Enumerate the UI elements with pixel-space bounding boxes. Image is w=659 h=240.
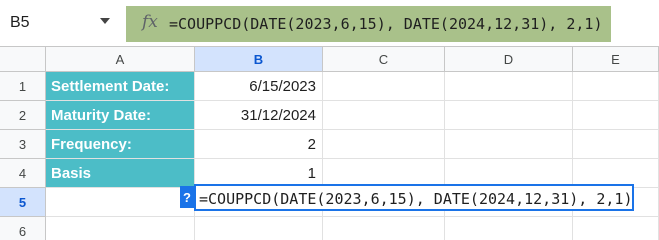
cell-b6[interactable]: [195, 217, 323, 240]
row-header-4[interactable]: 4: [0, 159, 46, 188]
cell-c2[interactable]: [323, 101, 445, 130]
cell-e3[interactable]: [573, 130, 659, 159]
column-header-c[interactable]: C: [323, 47, 445, 72]
cell-d1[interactable]: [445, 72, 573, 101]
row-header-2[interactable]: 2: [0, 101, 46, 130]
column-header-d[interactable]: D: [445, 47, 573, 72]
cell-b2[interactable]: 31/12/2024: [195, 101, 323, 130]
row-header-6[interactable]: 6: [0, 217, 46, 240]
cell-a1[interactable]: Settlement Date:: [46, 72, 195, 101]
cell-e1[interactable]: [573, 72, 659, 101]
chevron-down-icon[interactable]: [100, 18, 110, 24]
cell-a2[interactable]: Maturity Date:: [46, 101, 195, 130]
cell-b1[interactable]: 6/15/2023: [195, 72, 323, 101]
select-all-corner[interactable]: [0, 47, 46, 72]
cell-c1[interactable]: [323, 72, 445, 101]
cell-editor-input[interactable]: =COUPPCD(DATE(2023,6,15), DATE(2024,12,3…: [199, 190, 632, 208]
cell-d3[interactable]: [445, 130, 573, 159]
toolbar: B5 fx =COUPPCD(DATE(2023,6,15), DATE(202…: [0, 0, 659, 46]
cell-e2[interactable]: [573, 101, 659, 130]
cell-a3[interactable]: Frequency:: [46, 130, 195, 159]
name-box-value: B5: [10, 14, 30, 31]
cell-d2[interactable]: [445, 101, 573, 130]
cell-a6[interactable]: [46, 217, 195, 240]
row-header-1[interactable]: 1: [0, 72, 46, 101]
cell-b3[interactable]: 2: [195, 130, 323, 159]
cell-e6[interactable]: [573, 217, 659, 240]
cell-editor[interactable]: =COUPPCD(DATE(2023,6,15), DATE(2024,12,3…: [194, 184, 634, 211]
cell-c3[interactable]: [323, 130, 445, 159]
row-header-5[interactable]: 5: [0, 188, 46, 217]
cell-a4[interactable]: Basis: [46, 159, 195, 188]
column-header-b[interactable]: B: [195, 47, 323, 72]
name-box[interactable]: B5: [0, 0, 122, 46]
column-header-e[interactable]: E: [573, 47, 659, 72]
cell-d6[interactable]: [445, 217, 573, 240]
cell-c6[interactable]: [323, 217, 445, 240]
fx-icon: fx: [142, 12, 158, 32]
formula-bar[interactable]: fx =COUPPCD(DATE(2023,6,15), DATE(2024,1…: [126, 6, 611, 42]
formula-help-button[interactable]: ?: [180, 186, 194, 208]
formula-input[interactable]: =COUPPCD(DATE(2023,6,15), DATE(2024,12,3…: [169, 15, 602, 33]
column-header-a[interactable]: A: [46, 47, 195, 72]
cell-a5[interactable]: [46, 188, 195, 217]
row-header-3[interactable]: 3: [0, 130, 46, 159]
